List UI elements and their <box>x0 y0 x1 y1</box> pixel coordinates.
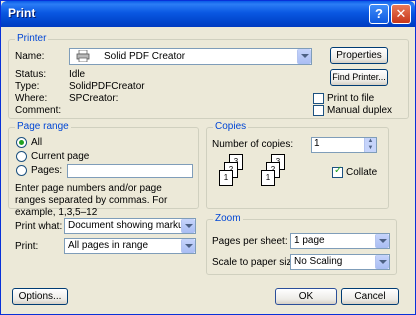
spinner-up-icon[interactable]: ▲ <box>364 138 376 145</box>
status-label: Status: <box>15 69 47 80</box>
all-label[interactable]: All <box>31 137 42 148</box>
properties-button-label: Properties <box>336 50 382 61</box>
print-what-select[interactable]: Document showing markup <box>64 218 196 234</box>
cancel-button[interactable]: Cancel <box>341 288 399 305</box>
pages-radio[interactable] <box>16 165 27 176</box>
title-bar[interactable]: Print ? ✕ <box>1 1 415 27</box>
printer-legend: Printer <box>15 33 49 44</box>
pages-per-sheet-value: 1 page <box>294 235 325 246</box>
printer-name-label: Name: <box>15 51 45 62</box>
stack1-page: 1 <box>219 170 233 186</box>
options-button[interactable]: Options... <box>12 288 68 305</box>
properties-button[interactable]: Properties <box>330 47 388 64</box>
close-button[interactable]: ✕ <box>391 4 411 24</box>
current-page-radio[interactable] <box>16 151 27 162</box>
page-range-hint: Enter page numbers and/or page ranges se… <box>15 183 168 218</box>
copies-input[interactable]: 1 ▲ ▼ <box>311 137 377 153</box>
printer-icon <box>76 49 90 63</box>
print-label: Print: <box>15 241 39 252</box>
print-to-file-checkbox[interactable] <box>313 93 324 104</box>
page-range-legend: Page range <box>15 121 71 132</box>
type-value: SolidPDFCreator <box>69 81 145 92</box>
pages-per-sheet-select[interactable]: 1 page <box>290 233 390 249</box>
chevron-down-icon[interactable] <box>181 239 195 253</box>
print-what-label: Print what: <box>15 221 63 232</box>
where-label: Where: <box>15 93 48 104</box>
pages-label[interactable]: Pages: <box>31 165 62 176</box>
number-of-copies-label: Number of copies: <box>212 139 294 150</box>
status-value: Idle <box>69 69 86 80</box>
collate-stack-1: 3 2 1 <box>219 154 259 194</box>
zoom-legend: Zoom <box>213 213 243 224</box>
stack2-page: 1 <box>261 170 275 186</box>
chevron-down-icon[interactable] <box>375 234 389 248</box>
options-button-label: Options... <box>18 291 62 302</box>
scale-label: Scale to paper size: <box>212 257 300 268</box>
print-value: All pages in range <box>68 240 149 251</box>
where-value: SPCreator: <box>69 93 119 104</box>
print-select[interactable]: All pages in range <box>64 238 196 254</box>
chevron-down-icon[interactable] <box>297 49 311 64</box>
manual-duplex-label[interactable]: Manual duplex <box>327 105 392 116</box>
print-what-value: Document showing markup <box>68 220 190 231</box>
ok-button-label: OK <box>298 291 314 302</box>
spinner-down-icon[interactable]: ▼ <box>364 145 376 152</box>
collate-checkbox[interactable] <box>332 165 343 178</box>
printer-name-value: Solid PDF Creator <box>104 51 186 62</box>
scale-select[interactable]: No Scaling <box>290 254 390 270</box>
type-label: Type: <box>15 81 40 92</box>
manual-duplex-checkbox[interactable] <box>313 105 324 116</box>
print-to-file-label[interactable]: Print to file <box>327 93 374 104</box>
collate-label[interactable]: Collate <box>346 167 377 178</box>
help-button[interactable]: ? <box>369 4 389 24</box>
chevron-down-icon[interactable] <box>375 255 389 269</box>
ok-button[interactable]: OK <box>275 288 337 305</box>
window-title: Print <box>8 6 36 20</box>
copies-value: 1 <box>314 138 320 149</box>
pages-per-sheet-label: Pages per sheet: <box>212 236 288 247</box>
comment-label: Comment: <box>15 105 62 116</box>
printer-name-select[interactable]: Solid PDF Creator <box>69 48 312 65</box>
scale-value: No Scaling <box>294 256 343 267</box>
find-printer-button-label: Find Printer... <box>332 72 386 82</box>
pages-input[interactable] <box>67 164 193 178</box>
chevron-down-icon[interactable] <box>181 219 195 233</box>
collate-stack-2: 3 2 1 <box>261 154 301 194</box>
copies-legend: Copies <box>213 121 249 132</box>
find-printer-button[interactable]: Find Printer... <box>330 69 388 86</box>
current-page-label[interactable]: Current page <box>31 151 89 162</box>
print-dialog: Print ? ✕ Printer Name: Solid PDF Creato… <box>0 0 416 315</box>
all-radio[interactable] <box>16 137 27 148</box>
cancel-button-label: Cancel <box>354 291 386 302</box>
